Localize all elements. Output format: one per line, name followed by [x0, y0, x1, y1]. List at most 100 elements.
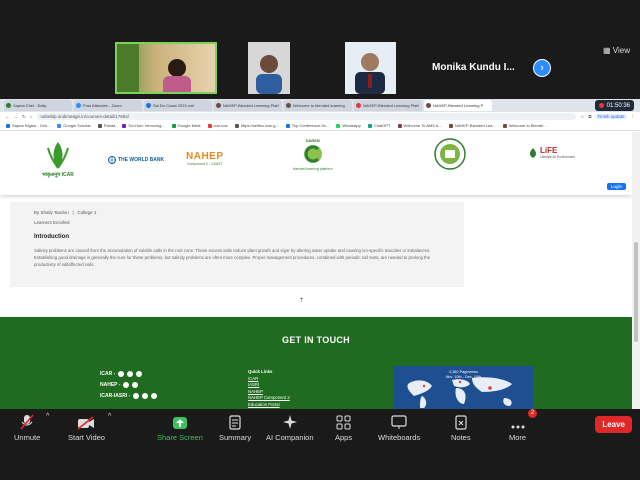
share-screen-button[interactable]: Share Screen — [157, 413, 203, 442]
home-icon[interactable]: ⌂ — [30, 114, 33, 119]
star-icon[interactable]: ☆ — [580, 114, 584, 120]
recording-timer[interactable]: 01:50:36 — [594, 100, 634, 111]
extensions-icon[interactable]: ⧉ — [588, 114, 591, 119]
browser-tab[interactable]: Sai Do Coast 2023.xml — [144, 100, 212, 111]
participant-tile-3[interactable] — [345, 42, 396, 94]
bookmark-item[interactable]: Panda — [97, 123, 116, 128]
tab-favicon-icon — [216, 103, 221, 108]
tab-label: Sapna Chel - Daily — [13, 103, 47, 108]
bookmark-item[interactable]: Welcome To AMS A... — [397, 123, 442, 128]
participant-video-icon — [256, 55, 282, 94]
forward-icon[interactable]: → — [14, 114, 19, 119]
page-scrollbar[interactable] — [632, 132, 640, 409]
participant-tile-1[interactable] — [115, 42, 217, 94]
bookmark-favicon-icon — [234, 123, 239, 128]
bookmark-item[interactable]: Sapna Nigam - Onli... — [6, 123, 50, 128]
next-gallery-button[interactable]: › — [533, 59, 551, 77]
tab-label: NAHEP-Blended Learning Platf — [223, 103, 279, 108]
bookmark-item[interactable]: Top Conference-Sc... — [285, 123, 329, 128]
bookmark-item[interactable]: WhatsApp — [336, 123, 361, 128]
bookmark-favicon-icon — [57, 123, 62, 128]
browser-tab[interactable]: Welcome to blended learning — [284, 100, 352, 111]
world-bank-text: THE WORLD BANK — [118, 157, 165, 163]
audio-options-chevron-icon[interactable]: ^ — [46, 413, 49, 420]
share-screen-label: Share Screen — [157, 433, 203, 442]
whiteboards-button[interactable]: Whiteboards — [378, 413, 420, 442]
notes-icon — [455, 415, 467, 430]
bookmark-item[interactable]: https://sellfox-icar-g... — [234, 123, 279, 128]
bookmark-label: Panda — [103, 123, 116, 128]
college-name: College 1 — [77, 210, 97, 215]
bookmark-favicon-icon — [171, 123, 176, 128]
summary-label: Summary — [219, 433, 252, 442]
facebook-icon[interactable] — [118, 371, 125, 377]
bookmark-label: Sapna Nigam - Onli... — [12, 123, 51, 128]
bookmarks-bar: Sapna Nigam - Onli... Google Scholar Panda… — [0, 121, 640, 131]
nahep-text: NAHEP — [186, 151, 224, 162]
quick-link[interactable]: NAHEP Component 2 — [248, 395, 290, 402]
visitor-map-widget[interactable]: 4,380 Pageviews Nov. 10th - Dec. 10th — [394, 366, 533, 409]
bookmark-favicon-icon — [367, 123, 372, 128]
scrollbar-thumb[interactable] — [634, 242, 638, 342]
bookmark-item[interactable]: icar-icar — [207, 123, 228, 128]
bookmark-item[interactable]: NAHEP-Blended Lea... — [448, 123, 496, 128]
video-options-chevron-icon[interactable]: ^ — [108, 413, 111, 420]
login-button[interactable]: Login — [606, 183, 626, 190]
share-screen-icon — [172, 417, 187, 429]
back-icon[interactable]: ← — [5, 114, 10, 119]
bookmark-label: https://sellfox-icar-g... — [240, 123, 279, 128]
pageviews-range: Nov. 10th - Dec. 10th — [445, 375, 482, 379]
more-button[interactable]: More — [509, 413, 526, 442]
bookmark-label: Google Meet — [177, 123, 201, 128]
nareb-subtext: blended learning platform — [293, 167, 333, 171]
bookmark-label: NAHEP-Blended Lea... — [454, 123, 496, 128]
tab-label: Sai Do Coast 2023.xml — [153, 103, 194, 108]
menu-icon[interactable]: ⋮ — [631, 114, 636, 120]
bookmark-item[interactable]: Welcome to Blende... — [502, 123, 547, 128]
social-row: ICAR - — [100, 371, 143, 377]
start-video-button[interactable]: Start Video — [68, 413, 105, 442]
facebook-icon[interactable] — [133, 393, 140, 399]
apps-button[interactable]: Apps — [335, 413, 352, 442]
notes-label: Notes — [451, 433, 471, 442]
finish-update-button[interactable]: Finish update — [595, 114, 627, 119]
bookmark-item[interactable]: ChatGPT — [367, 123, 391, 128]
learners-enrolled: Learners Enrolled — [34, 220, 70, 225]
summary-button[interactable]: Summary — [219, 413, 251, 442]
video-off-icon — [77, 416, 95, 430]
nahep-subtext: Component 2 - CAAST — [186, 162, 223, 166]
facebook-icon[interactable] — [123, 382, 130, 388]
site-header-logos: भाकृअनुप ICAR THE WORLD BANK NAHEP Compo… — [0, 132, 632, 195]
youtube-icon[interactable] — [151, 393, 158, 399]
tab-favicon-icon — [146, 103, 151, 108]
bookmark-favicon-icon — [397, 123, 402, 128]
twitter-icon[interactable] — [132, 382, 139, 388]
notes-button[interactable]: Notes — [451, 413, 471, 442]
browser-tab[interactable]: NAHEP-Blended Learning Platf — [214, 100, 282, 111]
view-button[interactable]: ▦ View — [603, 46, 630, 55]
icar-logo-text: भाकृअनुप ICAR — [42, 172, 74, 178]
participant-video-icon — [355, 53, 385, 94]
author-name[interactable]: By Shaily Tandon — [34, 210, 69, 215]
twitter-icon[interactable] — [127, 371, 134, 377]
more-dots-icon — [511, 425, 525, 429]
social-row: ICAR-IASRI - — [100, 393, 158, 399]
social-org-label: ICAR-IASRI - — [100, 393, 131, 399]
participant-tile-2[interactable] — [248, 42, 290, 94]
url-input[interactable]: naheblp.ondimeagri.in/courses-detail/176… — [36, 113, 577, 120]
unmute-button[interactable]: Unmute — [14, 413, 40, 442]
browser-tab[interactable]: Sapna Chel - Daily — [4, 100, 72, 111]
browser-tab[interactable]: Post Attendee - Zoom — [74, 100, 142, 111]
youtube-icon[interactable] — [136, 371, 143, 377]
browser-tab[interactable]: NAHEP-Blended Learning P — [424, 100, 492, 111]
leave-button[interactable]: Leave — [595, 416, 632, 433]
bookmark-item[interactable]: Sci-Hub: removing... — [122, 123, 165, 128]
quick-link[interactable]: Education Portal — [248, 402, 290, 409]
nareb-logo: NAREB blended learning platform — [293, 138, 333, 171]
ai-companion-button[interactable]: AI Companion — [266, 413, 314, 442]
reload-icon[interactable]: ↻ — [22, 114, 26, 120]
bookmark-item[interactable]: Google Meet — [171, 123, 201, 128]
bookmark-item[interactable]: Google Scholar — [57, 123, 91, 128]
browser-tab[interactable]: NAHEP-Blended Learning Platf — [354, 100, 422, 111]
twitter-icon[interactable] — [142, 393, 149, 399]
